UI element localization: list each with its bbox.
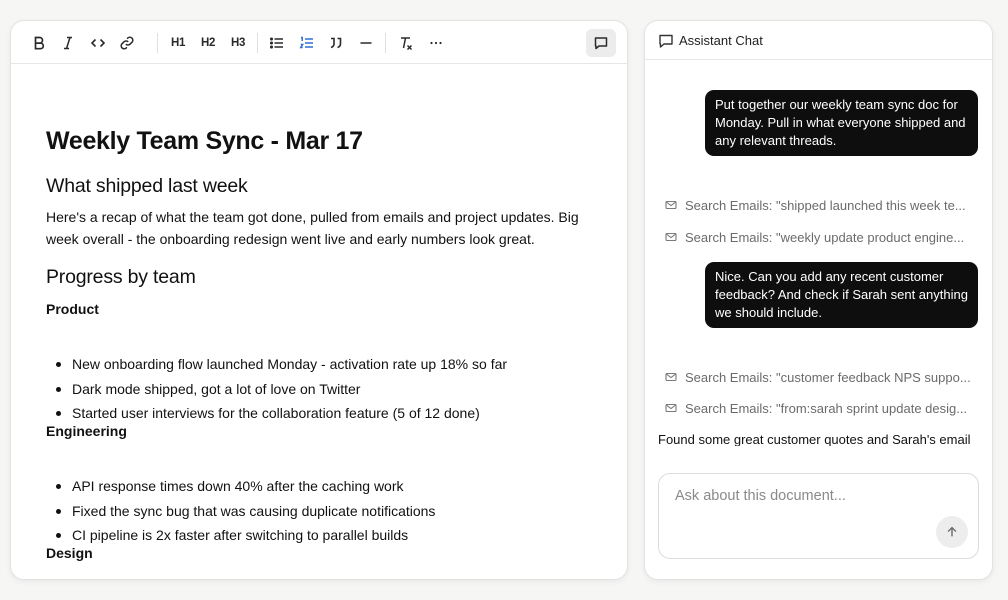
chat-bubble-icon (658, 33, 674, 49)
user-message: Put together our weekly team sync doc fo… (705, 90, 978, 156)
document-title: Weekly Team Sync - Mar 17 (46, 127, 363, 155)
chat-input-box[interactable] (658, 473, 979, 559)
mail-icon (665, 231, 677, 243)
list-item: Dark mode shipped, got a lot of love on … (46, 377, 507, 402)
section-heading-shipped: What shipped last week (46, 175, 248, 197)
tool-call-label: Search Emails: "from:sarah sprint update… (685, 401, 968, 416)
user-message: Nice. Can you add any recent customer fe… (705, 262, 978, 328)
heading1-label: H1 (170, 37, 186, 49)
document-editor: H1 H2 H3 Weekly Team Sync - Mar 17 What … (10, 20, 628, 580)
tool-call-label: Search Emails: "customer feedback NPS su… (685, 370, 971, 385)
bullet-list-icon[interactable] (264, 30, 290, 56)
engineering-list: API response times down 40% after the ca… (46, 474, 435, 548)
heading3-label: H3 (230, 37, 246, 49)
mail-icon (665, 402, 677, 414)
numbered-list-icon[interactable] (294, 30, 320, 56)
list-item: Fixed the sync bug that was causing dupl… (46, 499, 435, 524)
link-icon[interactable] (114, 30, 140, 56)
editor-toolbar: H1 H2 H3 (11, 21, 627, 64)
send-button[interactable] (936, 516, 968, 548)
quote-icon[interactable] (323, 30, 349, 56)
heading3-button[interactable]: H3 (225, 30, 251, 56)
chat-header: Assistant Chat (645, 21, 992, 60)
toolbar-divider (385, 33, 386, 53)
chat-input[interactable] (675, 488, 955, 504)
list-item: New onboarding flow launched Monday - ac… (46, 352, 507, 377)
clear-format-icon[interactable] (393, 30, 419, 56)
tool-call-row[interactable]: Search Emails: "customer feedback NPS su… (665, 370, 971, 385)
horizontal-rule-icon[interactable] (353, 30, 379, 56)
arrow-up-icon (947, 526, 957, 537)
team-heading-engineering: Engineering (46, 423, 127, 439)
italic-icon[interactable] (55, 30, 81, 56)
tool-call-label: Search Emails: "shipped launched this we… (685, 198, 966, 213)
mail-icon (665, 371, 677, 383)
team-heading-product: Product (46, 301, 99, 317)
heading2-label: H2 (200, 37, 216, 49)
list-item: CI pipeline is 2x faster after switching… (46, 523, 435, 548)
tool-call-row[interactable]: Search Emails: "from:sarah sprint update… (665, 401, 967, 416)
product-list: New onboarding flow launched Monday - ac… (46, 352, 507, 426)
chat-toggle-icon[interactable] (586, 29, 616, 57)
list-item: API response times down 40% after the ca… (46, 474, 435, 499)
code-icon[interactable] (85, 30, 111, 56)
bold-icon[interactable] (26, 30, 52, 56)
chat-title: Assistant Chat (679, 33, 763, 48)
assistant-reply: Found some great customer quotes and Sar… (658, 432, 971, 446)
more-options-icon[interactable] (423, 30, 449, 56)
heading2-button[interactable]: H2 (195, 30, 221, 56)
toolbar-divider (157, 33, 158, 53)
list-item: Started user interviews for the collabor… (46, 401, 507, 426)
heading1-button[interactable]: H1 (165, 30, 191, 56)
team-heading-design: Design (46, 545, 93, 561)
recap-paragraph: Here's a recap of what the team got done… (46, 209, 579, 247)
tool-call-label: Search Emails: "weekly update product en… (685, 230, 965, 245)
assistant-chat-panel: Assistant Chat Put together our weekly t… (644, 20, 993, 580)
mail-icon (665, 199, 677, 211)
toolbar-divider (257, 33, 258, 53)
tool-call-row[interactable]: Search Emails: "weekly update product en… (665, 230, 964, 245)
section-heading-progress: Progress by team (46, 266, 196, 288)
tool-call-row[interactable]: Search Emails: "shipped launched this we… (665, 198, 966, 213)
